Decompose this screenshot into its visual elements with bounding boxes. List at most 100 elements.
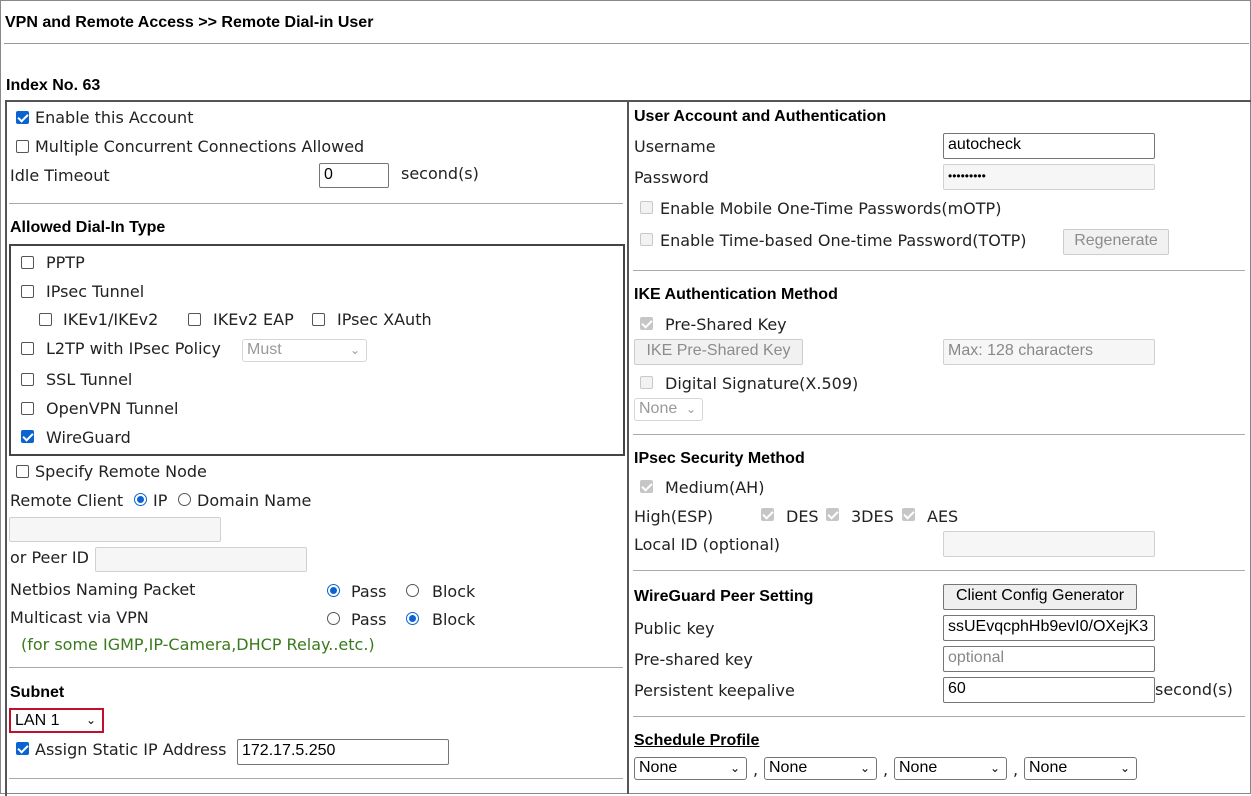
high-esp-label: High(ESP) bbox=[634, 507, 714, 526]
chevron-down-icon: ⌄ bbox=[729, 761, 740, 775]
l2tp-checkbox[interactable] bbox=[21, 342, 34, 355]
chevron-down-icon: ⌄ bbox=[85, 713, 96, 727]
totp-label: Enable Time-based One-time Password(TOTP… bbox=[660, 231, 1027, 250]
openvpn-label: OpenVPN Tunnel bbox=[46, 399, 179, 418]
digital-sig-select[interactable]: None ⌄ bbox=[634, 398, 703, 421]
enable-account-label: Enable this Account bbox=[35, 108, 194, 127]
aes-checkbox[interactable] bbox=[902, 508, 915, 521]
motp-label: Enable Mobile One-Time Passwords(mOTP) bbox=[660, 199, 1002, 218]
netbios-pass-radio[interactable] bbox=[327, 584, 340, 597]
wireguard-checkbox[interactable] bbox=[21, 430, 34, 443]
subnet-select[interactable]: LAN 1 ⌄ bbox=[9, 708, 104, 733]
domain-name-radio[interactable] bbox=[178, 493, 191, 506]
l2tp-label: L2TP with IPsec Policy bbox=[46, 339, 221, 358]
des-checkbox[interactable] bbox=[761, 508, 774, 521]
idle-timeout-unit: second(s) bbox=[401, 164, 479, 183]
idle-timeout-input[interactable]: 0 bbox=[319, 163, 389, 188]
schedule-select-4[interactable]: None ⌄ bbox=[1024, 757, 1137, 780]
ikev1-checkbox[interactable] bbox=[39, 313, 52, 326]
enable-account-checkbox[interactable] bbox=[16, 111, 29, 124]
right-divider-4 bbox=[633, 716, 1245, 717]
schedule-title[interactable]: Schedule Profile bbox=[634, 732, 759, 750]
multi-conn-checkbox[interactable] bbox=[16, 140, 29, 153]
ike-title: IKE Authentication Method bbox=[634, 286, 838, 303]
index-label: Index No. 63 bbox=[6, 77, 101, 94]
medium-ah-checkbox[interactable] bbox=[640, 480, 653, 493]
remote-client-label: Remote Client bbox=[10, 491, 124, 510]
multicast-pass-radio[interactable] bbox=[327, 612, 340, 625]
preshared-key-label: Pre-shared key bbox=[634, 650, 753, 669]
ikev2eap-checkbox[interactable] bbox=[188, 313, 201, 326]
openvpn-checkbox[interactable] bbox=[21, 402, 34, 415]
peer-id-input[interactable] bbox=[95, 547, 307, 572]
multi-conn-label: Multiple Concurrent Connections Allowed bbox=[35, 137, 365, 156]
ip-radio[interactable] bbox=[134, 493, 147, 506]
wg-title: WireGuard Peer Setting bbox=[634, 588, 814, 605]
schedule-select-1[interactable]: None ⌄ bbox=[634, 757, 747, 780]
chevron-down-icon: ⌄ bbox=[989, 761, 1000, 775]
right-divider-1 bbox=[633, 270, 1245, 271]
l2tp-policy-select[interactable]: Must ⌄ bbox=[242, 339, 367, 362]
public-key-label: Public key bbox=[634, 619, 715, 638]
motp-checkbox[interactable] bbox=[640, 201, 653, 214]
ike-psk-button[interactable]: IKE Pre-Shared Key bbox=[634, 339, 803, 365]
subnet-title: Subnet bbox=[10, 684, 65, 701]
3des-label: 3DES bbox=[851, 507, 894, 526]
schedule-value-3: None bbox=[899, 759, 938, 776]
ikev1-label: IKEv1/IKEv2 bbox=[63, 310, 159, 329]
ikev2eap-label: IKEv2 EAP bbox=[213, 310, 294, 329]
netbios-block-radio[interactable] bbox=[406, 584, 419, 597]
ipsec-xauth-label: IPsec XAuth bbox=[337, 310, 432, 329]
subnet-value: LAN 1 bbox=[15, 712, 60, 729]
specify-remote-checkbox[interactable] bbox=[16, 465, 29, 478]
des-label: DES bbox=[786, 507, 819, 526]
specify-remote-label: Specify Remote Node bbox=[35, 462, 207, 481]
local-id-label: Local ID (optional) bbox=[634, 535, 781, 554]
digital-sig-label: Digital Signature(X.509) bbox=[665, 374, 859, 393]
psk-placeholder: Max: 128 characters bbox=[948, 342, 1093, 359]
ssl-tunnel-label: SSL Tunnel bbox=[46, 370, 133, 389]
username-input[interactable]: autocheck bbox=[943, 133, 1155, 159]
multicast-label: Multicast via VPN bbox=[10, 608, 149, 627]
local-id-input[interactable] bbox=[943, 531, 1155, 557]
psk-checkbox[interactable] bbox=[640, 317, 653, 330]
ssl-tunnel-checkbox[interactable] bbox=[21, 373, 34, 386]
regenerate-button[interactable]: Regenerate bbox=[1063, 229, 1169, 255]
remote-client-input[interactable] bbox=[9, 517, 221, 542]
schedule-select-3[interactable]: None ⌄ bbox=[894, 757, 1007, 780]
keepalive-label: Persistent keepalive bbox=[634, 681, 795, 700]
multicast-note: (for some IGMP,IP-Camera,DHCP Relay..etc… bbox=[21, 635, 375, 654]
assign-static-label: Assign Static IP Address bbox=[35, 740, 227, 759]
psk-label: Pre-Shared Key bbox=[665, 315, 787, 334]
3des-checkbox[interactable] bbox=[826, 508, 839, 521]
right-divider-3 bbox=[633, 570, 1245, 571]
ip-radio-label: IP bbox=[153, 491, 168, 510]
schedule-select-2[interactable]: None ⌄ bbox=[764, 757, 877, 780]
ipsec-xauth-checkbox[interactable] bbox=[312, 313, 325, 326]
password-label: Password bbox=[634, 168, 709, 187]
totp-checkbox[interactable] bbox=[640, 233, 653, 246]
l2tp-policy-value: Must bbox=[247, 341, 282, 358]
digital-sig-checkbox[interactable] bbox=[640, 376, 653, 389]
keepalive-input[interactable]: 60 bbox=[943, 677, 1155, 703]
password-input[interactable]: ••••••••• bbox=[943, 164, 1155, 190]
preshared-key-input[interactable]: optional bbox=[943, 646, 1155, 672]
domain-name-label: Domain Name bbox=[197, 491, 312, 510]
pptp-checkbox[interactable] bbox=[21, 256, 34, 269]
username-label: Username bbox=[634, 137, 716, 156]
netbios-block-label: Block bbox=[432, 582, 476, 601]
psk-input[interactable]: Max: 128 characters bbox=[943, 339, 1155, 365]
multicast-block-radio[interactable] bbox=[406, 612, 419, 625]
left-divider-2 bbox=[9, 667, 623, 668]
schedule-comma-1: , bbox=[753, 760, 759, 779]
page-title: VPN and Remote Access >> Remote Dial-in … bbox=[5, 14, 374, 31]
schedule-value-1: None bbox=[639, 759, 678, 776]
public-key-input[interactable]: ssUEvqcphHb9evI0/OXejK3 bbox=[943, 615, 1155, 641]
client-config-button[interactable]: Client Config Generator bbox=[943, 584, 1137, 610]
static-ip-input[interactable]: 172.17.5.250 bbox=[237, 739, 449, 765]
multicast-pass-label: Pass bbox=[351, 610, 387, 629]
schedule-value-2: None bbox=[769, 759, 808, 776]
ipsec-tunnel-checkbox[interactable] bbox=[21, 285, 34, 298]
chevron-down-icon: ⌄ bbox=[1119, 761, 1130, 775]
assign-static-checkbox[interactable] bbox=[16, 742, 29, 755]
